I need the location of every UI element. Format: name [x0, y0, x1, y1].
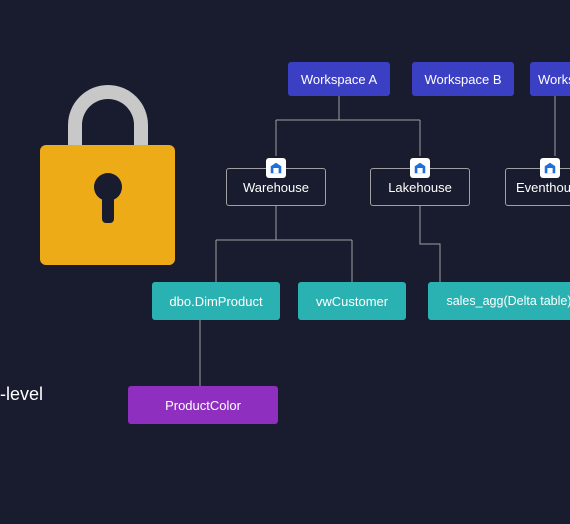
- warehouse-node: Warehouse: [226, 168, 326, 206]
- lakehouse-icon: [410, 158, 430, 178]
- level-label: -level: [0, 384, 43, 405]
- workspace-c-node: Workspac: [530, 62, 570, 96]
- productcolor-label: ProductColor: [165, 398, 241, 413]
- workspace-a-node: Workspace A: [288, 62, 390, 96]
- dimproduct-label: dbo.DimProduct: [169, 294, 262, 309]
- productcolor-node: ProductColor: [128, 386, 278, 424]
- salesagg-node: sales_agg(Delta table): [428, 282, 570, 320]
- workspace-c-label: Workspac: [538, 72, 570, 87]
- dimproduct-node: dbo.DimProduct: [152, 282, 280, 320]
- eventhouse-node: Eventhou: [505, 168, 570, 206]
- eventhouse-label: Eventhou: [516, 180, 570, 195]
- salesagg-label: sales_agg(Delta table): [446, 294, 570, 308]
- lakehouse-label: Lakehouse: [388, 180, 452, 195]
- workspace-b-label: Workspace B: [424, 72, 501, 87]
- warehouse-icon: [266, 158, 286, 178]
- lakehouse-node: Lakehouse: [370, 168, 470, 206]
- vwcustomer-label: vwCustomer: [316, 294, 388, 309]
- workspace-b-node: Workspace B: [412, 62, 514, 96]
- eventhouse-icon: [540, 158, 560, 178]
- lock-icon: [40, 85, 175, 265]
- diagram-canvas: Workspace A Workspace B Workspac Warehou…: [0, 0, 570, 524]
- vwcustomer-node: vwCustomer: [298, 282, 406, 320]
- warehouse-label: Warehouse: [243, 180, 309, 195]
- workspace-a-label: Workspace A: [301, 72, 377, 87]
